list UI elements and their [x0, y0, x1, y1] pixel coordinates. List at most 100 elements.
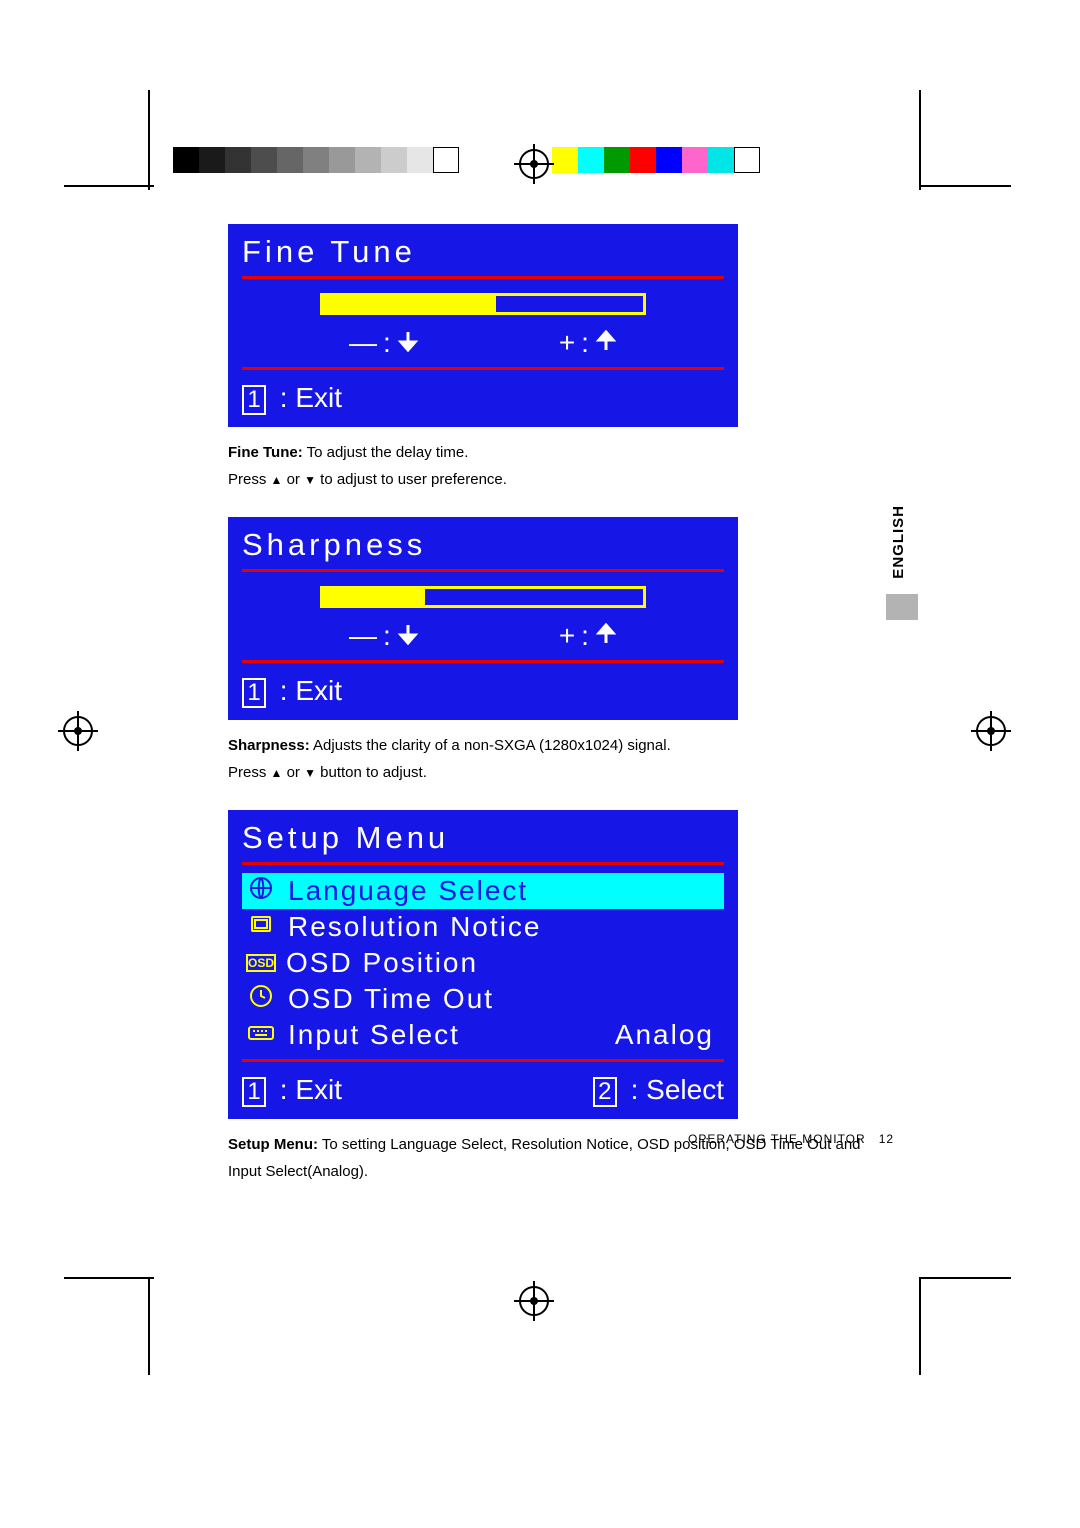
- osd-title: Fine Tune: [242, 234, 724, 274]
- menu-item-osd-time-out[interactable]: OSD Time Out: [242, 981, 724, 1017]
- osd-adjust-controls: — : + :: [242, 327, 724, 359]
- registration-mark-icon: [58, 711, 98, 751]
- swatch: [682, 147, 708, 173]
- language-side-tab: ENGLISH: [890, 505, 907, 579]
- osd-divider: [242, 1059, 724, 1062]
- up-arrow-icon: [595, 620, 617, 652]
- swatch: [173, 147, 199, 173]
- setup-menu-osd-panel: Setup Menu Language SelectResolution Not…: [228, 810, 738, 1119]
- fine-tune-osd-panel: Fine Tune — : + :: [228, 224, 738, 427]
- osd-divider: [242, 660, 724, 663]
- key-2-icon: 2: [593, 1077, 617, 1107]
- swatch: [656, 147, 682, 173]
- minus-icon: —: [349, 327, 379, 359]
- page-footer: OPERATING THE MONITOR 12: [688, 1132, 894, 1146]
- menu-item-osd-position[interactable]: OSDOSD Position: [242, 945, 724, 981]
- menu-item-label: Input Select: [278, 1019, 615, 1051]
- slider-fill: [323, 589, 425, 605]
- globe-icon: [244, 876, 278, 906]
- menu-item-label: Resolution Notice: [278, 911, 722, 943]
- clock-icon: [244, 984, 278, 1014]
- colon: :: [383, 620, 393, 652]
- down-triangle-icon: [304, 766, 316, 780]
- menu-item-label: OSD Time Out: [278, 983, 722, 1015]
- crop-mark: [64, 1277, 154, 1279]
- menu-item-input-select[interactable]: Input SelectAnalog: [242, 1017, 724, 1053]
- minus-icon: —: [349, 620, 379, 652]
- osd-divider: [242, 367, 724, 370]
- swatch: [604, 147, 630, 173]
- colon: :: [383, 327, 393, 359]
- exit-hint[interactable]: 1 : Exit: [242, 382, 342, 415]
- key-1-icon: 1: [242, 678, 266, 708]
- caption-bold: Fine Tune:: [228, 444, 303, 461]
- osd-divider: [242, 862, 724, 865]
- crop-mark: [919, 185, 1011, 187]
- sharpness-caption: Sharpness: Adjusts the clarity of a non-…: [228, 732, 864, 786]
- osd-icon: OSD: [246, 954, 276, 972]
- grayscale-calibration-bar: [173, 147, 459, 173]
- exit-label: : Exit: [280, 382, 342, 413]
- menu-item-language-select[interactable]: Language Select: [242, 873, 724, 909]
- crop-mark: [919, 1277, 921, 1375]
- osd-divider: [242, 569, 724, 572]
- swatch: [734, 147, 760, 173]
- sharpness-slider[interactable]: [320, 586, 646, 608]
- footer-section: OPERATING THE MONITOR: [688, 1132, 866, 1146]
- menu-item-label: OSD Position: [276, 947, 722, 979]
- registration-mark-icon: [514, 144, 554, 184]
- crop-mark: [64, 185, 154, 187]
- swatch: [225, 147, 251, 173]
- exit-hint[interactable]: 1 : Exit: [242, 675, 342, 708]
- swatch: [355, 147, 381, 173]
- caption-bold: Setup Menu:: [228, 1136, 318, 1153]
- caption-text: Adjusts the clarity of a non-SXGA (1280x…: [310, 737, 671, 754]
- exit-hint[interactable]: 1 : Exit: [242, 1074, 342, 1107]
- menu-item-resolution-notice[interactable]: Resolution Notice: [242, 909, 724, 945]
- down-arrow-icon: [397, 327, 419, 359]
- osd-divider: [242, 276, 724, 279]
- swatch: [407, 147, 433, 173]
- registration-mark-icon: [514, 1281, 554, 1321]
- crop-mark: [148, 90, 150, 190]
- menu-item-value: Analog: [615, 1019, 722, 1051]
- decrease-control[interactable]: — :: [349, 327, 419, 359]
- swatch: [381, 147, 407, 173]
- swatch: [552, 147, 578, 173]
- key-1-icon: 1: [242, 385, 266, 415]
- crop-mark: [148, 1277, 150, 1375]
- setup-menu-list: Language SelectResolution NoticeOSDOSD P…: [242, 873, 724, 1053]
- swatch: [251, 147, 277, 173]
- fine-tune-caption: Fine Tune: To adjust the delay time. Pre…: [228, 439, 864, 493]
- up-arrow-icon: [595, 327, 617, 359]
- down-triangle-icon: [304, 473, 316, 487]
- fine-tune-slider[interactable]: [320, 293, 646, 315]
- footer-page-number: 12: [879, 1132, 894, 1146]
- osd-title: Sharpness: [242, 527, 724, 567]
- key-1-icon: 1: [242, 1077, 266, 1107]
- registration-mark-icon: [971, 711, 1011, 751]
- swatch: [329, 147, 355, 173]
- swatch: [277, 147, 303, 173]
- caption-text: To adjust the delay time.: [303, 444, 469, 461]
- up-triangle-icon: [271, 473, 283, 487]
- sharpness-osd-panel: Sharpness — : + :: [228, 517, 738, 720]
- up-triangle-icon: [271, 766, 283, 780]
- osd-adjust-controls: — : + :: [242, 620, 724, 652]
- colon: :: [581, 327, 591, 359]
- swatch: [708, 147, 734, 173]
- exit-label: : Exit: [280, 1074, 342, 1105]
- plus-icon: +: [559, 327, 577, 359]
- exit-label: : Exit: [280, 675, 342, 706]
- increase-control[interactable]: + :: [559, 327, 617, 359]
- plus-icon: +: [559, 620, 577, 652]
- swatch: [433, 147, 459, 173]
- increase-control[interactable]: + :: [559, 620, 617, 652]
- language-side-marker: [886, 594, 918, 620]
- select-hint[interactable]: 2 : Select: [593, 1074, 724, 1107]
- colon: :: [581, 620, 591, 652]
- swatch: [303, 147, 329, 173]
- swatch: [199, 147, 225, 173]
- screen-icon: [244, 912, 278, 942]
- decrease-control[interactable]: — :: [349, 620, 419, 652]
